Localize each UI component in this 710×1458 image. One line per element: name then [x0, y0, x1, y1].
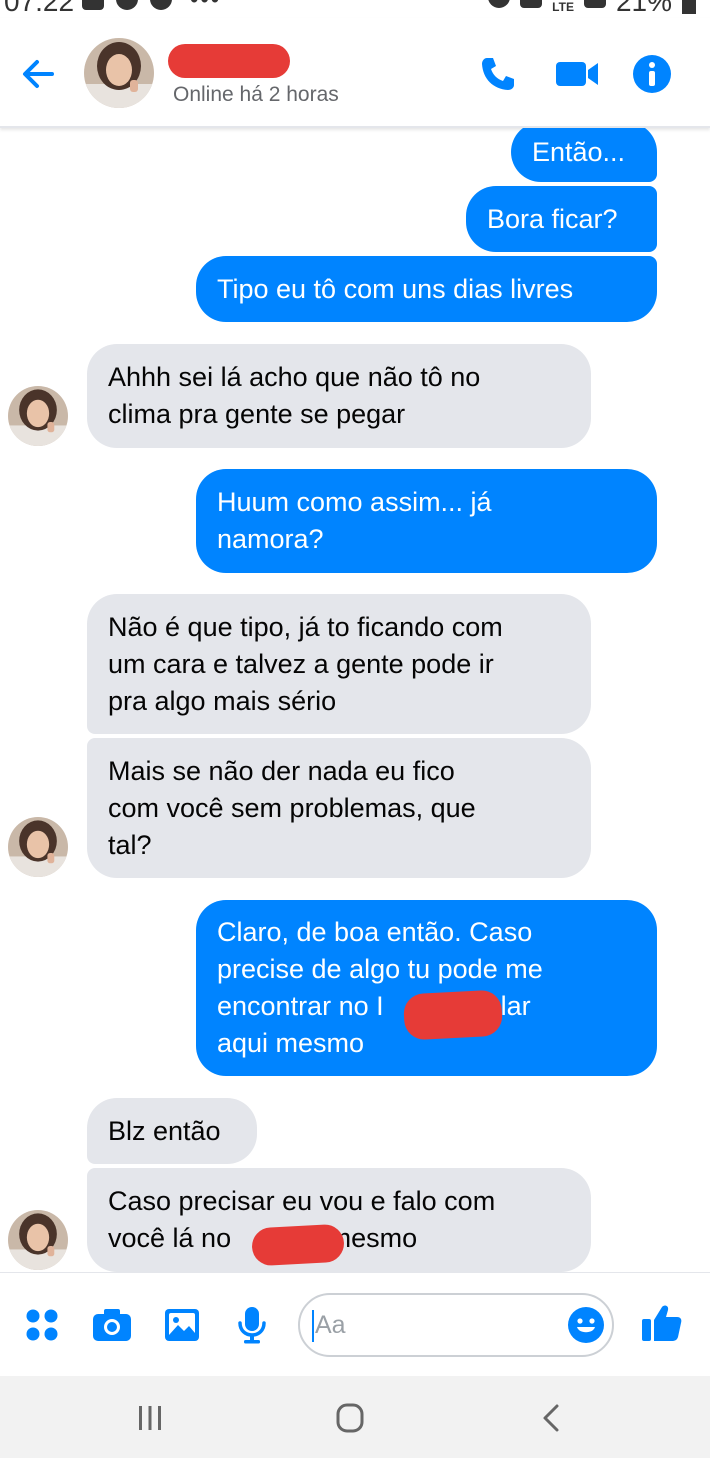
- system-navigation-bar: [0, 1376, 710, 1458]
- status-time: 07:22: [4, 0, 75, 17]
- arrow-left-icon: [23, 60, 54, 88]
- online-status: Online há 2 horas: [173, 83, 339, 106]
- camera-icon: [93, 1309, 131, 1341]
- contact-avatar-small[interactable]: [8, 386, 68, 446]
- voice-message-button[interactable]: [230, 1303, 274, 1347]
- message-bubble-received[interactable]: Mais se não der nada eu fico com você se…: [87, 738, 591, 878]
- status-bar: 07:22 ••• LTE 21%: [0, 0, 710, 18]
- recents-button[interactable]: [128, 1396, 172, 1440]
- recents-icon: [139, 1406, 161, 1430]
- message-bubble-sent[interactable]: Bora ficar?: [466, 186, 657, 252]
- thumbs-up-icon: [642, 1305, 682, 1341]
- network-type: LTE: [552, 0, 574, 14]
- video-camera-icon: [556, 62, 598, 86]
- gallery-icon: [165, 1309, 199, 1341]
- gallery-button[interactable]: [160, 1303, 204, 1347]
- message-input[interactable]: Aa: [298, 1293, 614, 1357]
- message-input-placeholder: Aa: [315, 1311, 346, 1339]
- microphone-icon: [238, 1307, 266, 1344]
- apps-icon: [26, 1309, 58, 1341]
- chat-header: Online há 2 horas: [0, 18, 710, 128]
- more-notifications-icon: •••: [190, 0, 221, 14]
- back-button[interactable]: [16, 52, 60, 96]
- home-button[interactable]: [328, 1396, 372, 1440]
- message-bubble-received[interactable]: Não é que tipo, já to ficando com um car…: [87, 594, 591, 734]
- message-composer: Aa: [0, 1272, 710, 1376]
- info-button[interactable]: [630, 52, 674, 96]
- message-bubble-sent[interactable]: Tipo eu tô com uns dias livres: [196, 256, 657, 322]
- contact-avatar-small[interactable]: [8, 817, 68, 877]
- message-bubble-sent[interactable]: Huum como assim... já namora?: [196, 469, 657, 573]
- message-bubble-received[interactable]: Blz então: [87, 1098, 257, 1164]
- sync-notification-icon: [150, 0, 172, 10]
- battery-icon: [682, 0, 696, 14]
- contact-avatar-small[interactable]: [8, 1210, 68, 1270]
- home-icon: [336, 1403, 364, 1433]
- battery-level: 21%: [615, 0, 672, 17]
- call-button[interactable]: [476, 52, 520, 96]
- shield-notification-icon: [116, 0, 138, 10]
- text-caret: [312, 1310, 314, 1342]
- camera-button[interactable]: [90, 1303, 134, 1347]
- redacted-contact-name: [168, 44, 290, 78]
- message-bubble-sent[interactable]: Claro, de boa então. Caso precise de alg…: [196, 900, 657, 1076]
- signal-icon: [583, 0, 606, 8]
- like-button[interactable]: [640, 1301, 684, 1345]
- system-status: LTE 21%: [488, 0, 696, 18]
- video-call-button[interactable]: [552, 52, 602, 96]
- emoji-icon: [568, 1307, 604, 1343]
- notification-icons: [82, 0, 172, 10]
- gallery-notification-icon: [82, 0, 104, 10]
- redacted-text: [251, 1223, 345, 1267]
- contact-avatar[interactable]: [84, 38, 154, 108]
- phone-icon: [482, 58, 514, 90]
- mute-icon: [520, 0, 543, 8]
- message-list[interactable]: Então... Bora ficar? Tipo eu tô com uns …: [0, 128, 710, 1272]
- more-actions-button[interactable]: [20, 1303, 64, 1347]
- message-bubble-received[interactable]: Ahhh sei lá acho que não tô no clima pra…: [87, 344, 591, 448]
- nav-back-button[interactable]: [530, 1396, 574, 1440]
- redacted-text: [402, 989, 504, 1041]
- info-icon: [633, 55, 671, 93]
- emoji-button[interactable]: [566, 1305, 606, 1345]
- back-icon: [543, 1404, 559, 1432]
- alarm-icon: [488, 0, 511, 8]
- message-bubble-sent[interactable]: Então...: [511, 128, 657, 182]
